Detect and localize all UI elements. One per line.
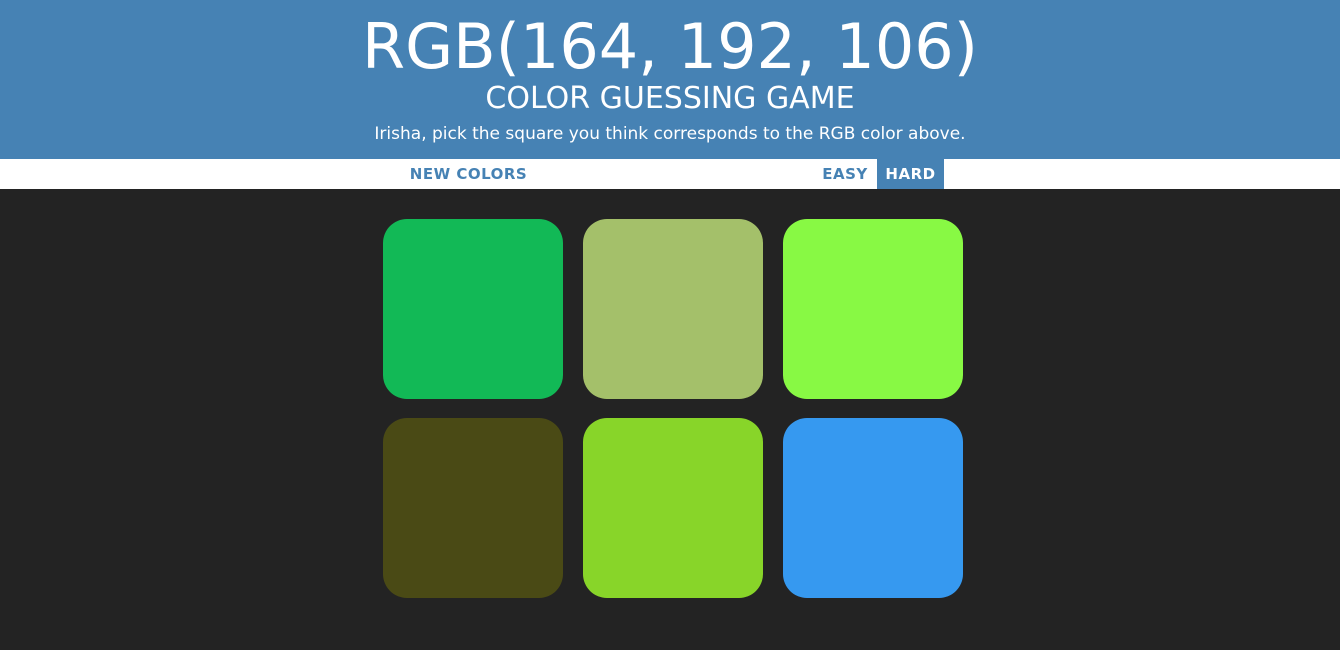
instructions-text: Irisha, pick the square you think corres… (374, 124, 966, 144)
color-square-5[interactable] (583, 418, 763, 598)
color-squares-grid (0, 189, 1340, 650)
easy-mode-button[interactable]: EASY (813, 159, 877, 189)
color-square-3[interactable] (783, 219, 963, 399)
header: RGB(164, 192, 106) COLOR GUESSING GAME I… (0, 0, 1340, 159)
game-title: COLOR GUESSING GAME (485, 81, 855, 116)
color-square-4[interactable] (383, 418, 563, 598)
hard-mode-button[interactable]: HARD (877, 159, 944, 189)
new-colors-button[interactable]: NEW COLORS (400, 159, 537, 189)
color-square-1[interactable] (383, 219, 563, 399)
control-stripe: NEW COLORS EASY HARD (0, 159, 1340, 189)
rgb-display: RGB(164, 192, 106) (362, 10, 978, 83)
color-square-2[interactable] (583, 219, 763, 399)
color-square-6[interactable] (783, 418, 963, 598)
